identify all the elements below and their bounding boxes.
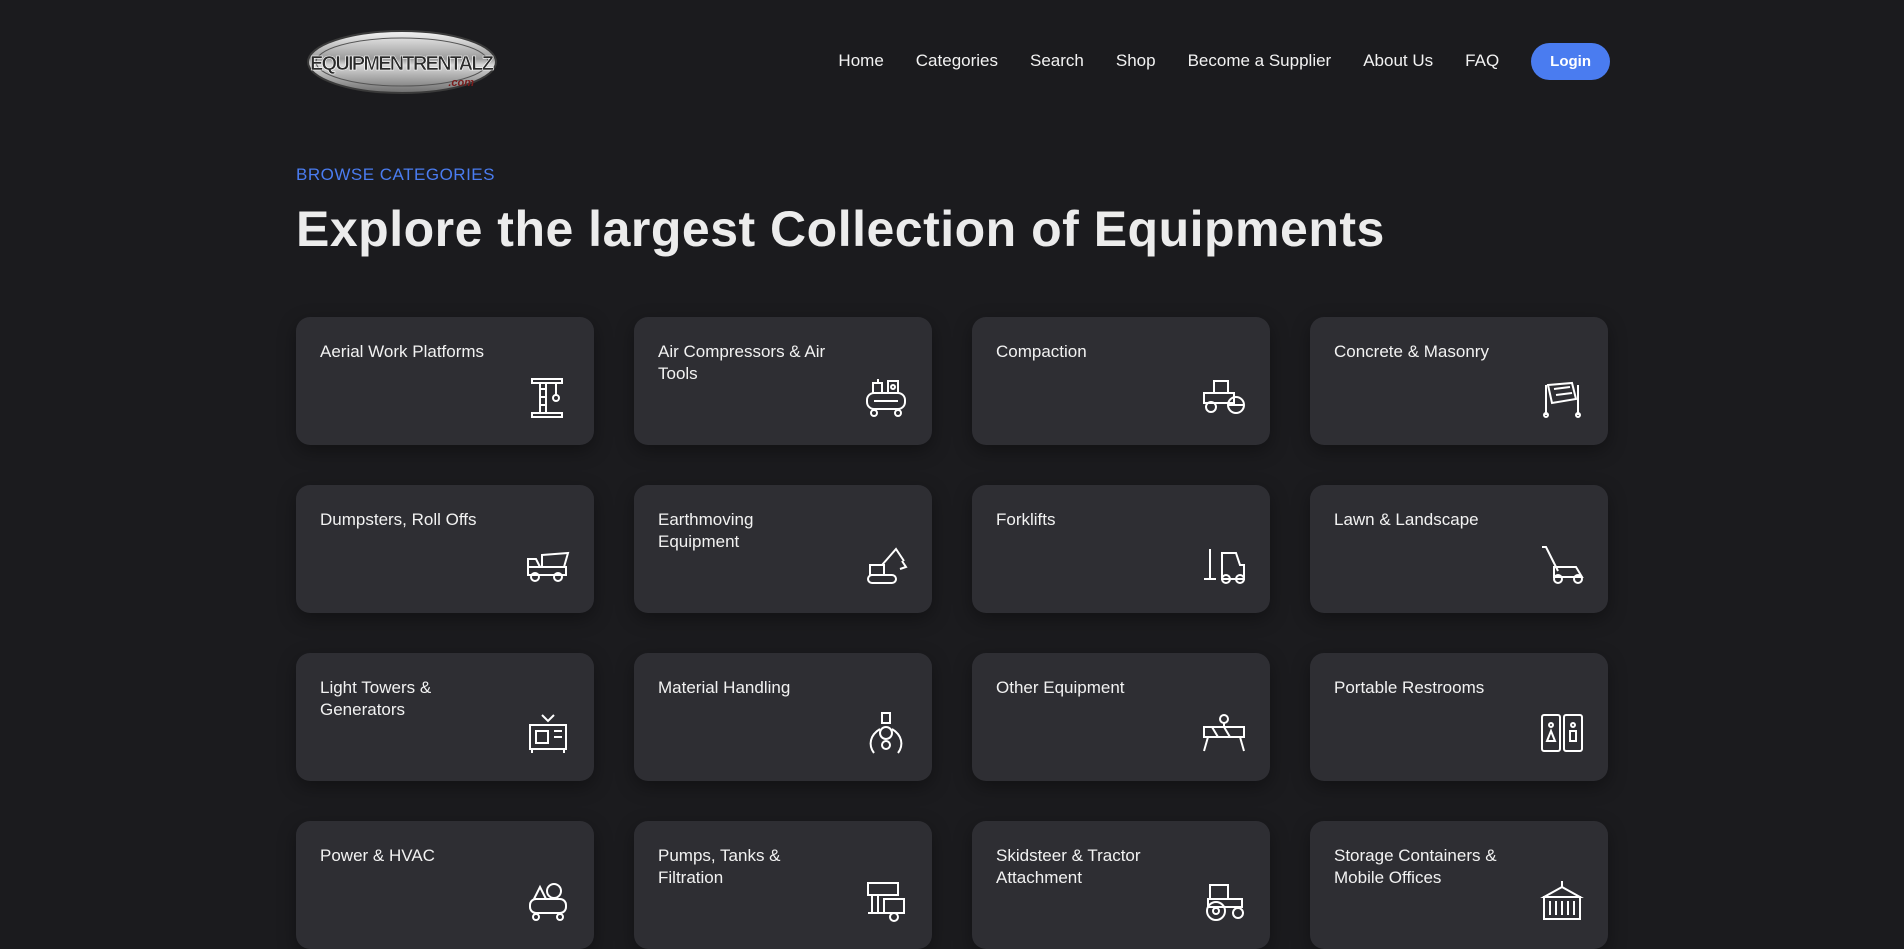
pump-icon xyxy=(864,879,908,923)
nav-categories[interactable]: Categories xyxy=(916,51,998,71)
category-label: Other Equipment xyxy=(996,678,1125,697)
logo-sub: .com xyxy=(448,77,474,89)
category-card[interactable]: Compaction xyxy=(972,317,1270,445)
category-label: Compaction xyxy=(996,342,1087,361)
category-grid: Aerial Work Platforms Air Compressors & … xyxy=(296,317,1610,949)
category-label: Lawn & Landscape xyxy=(1334,510,1479,529)
category-card[interactable]: Storage Containers & Mobile Offices xyxy=(1310,821,1608,949)
category-label: Material Handling xyxy=(658,678,791,697)
category-card[interactable]: Earthmoving Equipment xyxy=(634,485,932,613)
category-card[interactable]: Aerial Work Platforms xyxy=(296,317,594,445)
tractor-icon xyxy=(1202,879,1246,923)
category-label: Air Compressors & Air Tools xyxy=(658,342,826,383)
main-nav: Home Categories Search Shop Become a Sup… xyxy=(806,42,1610,80)
roller-icon xyxy=(1202,375,1246,419)
container-icon xyxy=(1540,879,1584,923)
logo-text: EQUIPMENTRENTALZ xyxy=(310,53,494,75)
category-label: Aerial Work Platforms xyxy=(320,342,485,361)
category-label: Forklifts xyxy=(996,510,1056,529)
page-title: Explore the largest Collection of Equipm… xyxy=(296,201,1385,257)
login-button[interactable]: Login xyxy=(1531,42,1610,80)
category-card[interactable]: Material Handling xyxy=(634,653,932,781)
site-header: EQUIPMENTRENTALZ .com Home Categories Se… xyxy=(296,24,1610,96)
nav-faq[interactable]: FAQ xyxy=(1465,51,1499,71)
site-logo[interactable]: EQUIPMENTRENTALZ .com xyxy=(304,24,500,96)
category-card[interactable]: Air Compressors & Air Tools xyxy=(634,317,932,445)
mixer-icon xyxy=(1540,375,1584,419)
category-card[interactable]: Forklifts xyxy=(972,485,1270,613)
category-label: Portable Restrooms xyxy=(1334,678,1485,697)
hvac-icon xyxy=(526,879,570,923)
nav-become-supplier[interactable]: Become a Supplier xyxy=(1188,51,1332,71)
lawn-mower-icon xyxy=(1540,543,1584,587)
compressor-icon xyxy=(864,375,908,419)
category-label: Skidsteer & Tractor Attachment xyxy=(996,846,1141,887)
category-card[interactable]: Other Equipment xyxy=(972,653,1270,781)
category-card[interactable]: Dumpsters, Roll Offs xyxy=(296,485,594,613)
section-eyebrow: BROWSE CATEGORIES xyxy=(296,165,495,184)
nav-about-us[interactable]: About Us xyxy=(1363,51,1433,71)
category-label: Concrete & Masonry xyxy=(1334,342,1489,361)
category-card[interactable]: Portable Restrooms xyxy=(1310,653,1608,781)
nav-shop[interactable]: Shop xyxy=(1116,51,1156,71)
category-card[interactable]: Concrete & Masonry xyxy=(1310,317,1608,445)
category-card[interactable]: Skidsteer & Tractor Attachment xyxy=(972,821,1270,949)
forklift-icon xyxy=(1202,543,1246,587)
category-card[interactable]: Pumps, Tanks & Filtration xyxy=(634,821,932,949)
dump-truck-icon xyxy=(526,543,570,587)
nav-search[interactable]: Search xyxy=(1030,51,1084,71)
category-label: Pumps, Tanks & Filtration xyxy=(658,846,781,887)
category-label: Power & HVAC xyxy=(320,846,435,865)
category-label: Earthmoving Equipment xyxy=(658,510,754,551)
category-label: Storage Containers & Mobile Offices xyxy=(1334,846,1497,887)
restroom-icon xyxy=(1540,711,1584,755)
category-label: Dumpsters, Roll Offs xyxy=(320,510,477,529)
generator-icon xyxy=(526,711,570,755)
category-card[interactable]: Light Towers & Generators xyxy=(296,653,594,781)
lift-icon xyxy=(526,375,570,419)
barrier-icon xyxy=(1202,711,1246,755)
excavator-icon xyxy=(864,543,908,587)
nav-home[interactable]: Home xyxy=(838,51,883,71)
claw-icon xyxy=(864,711,908,755)
category-label: Light Towers & Generators xyxy=(320,678,432,719)
category-card[interactable]: Power & HVAC xyxy=(296,821,594,949)
category-card[interactable]: Lawn & Landscape xyxy=(1310,485,1608,613)
